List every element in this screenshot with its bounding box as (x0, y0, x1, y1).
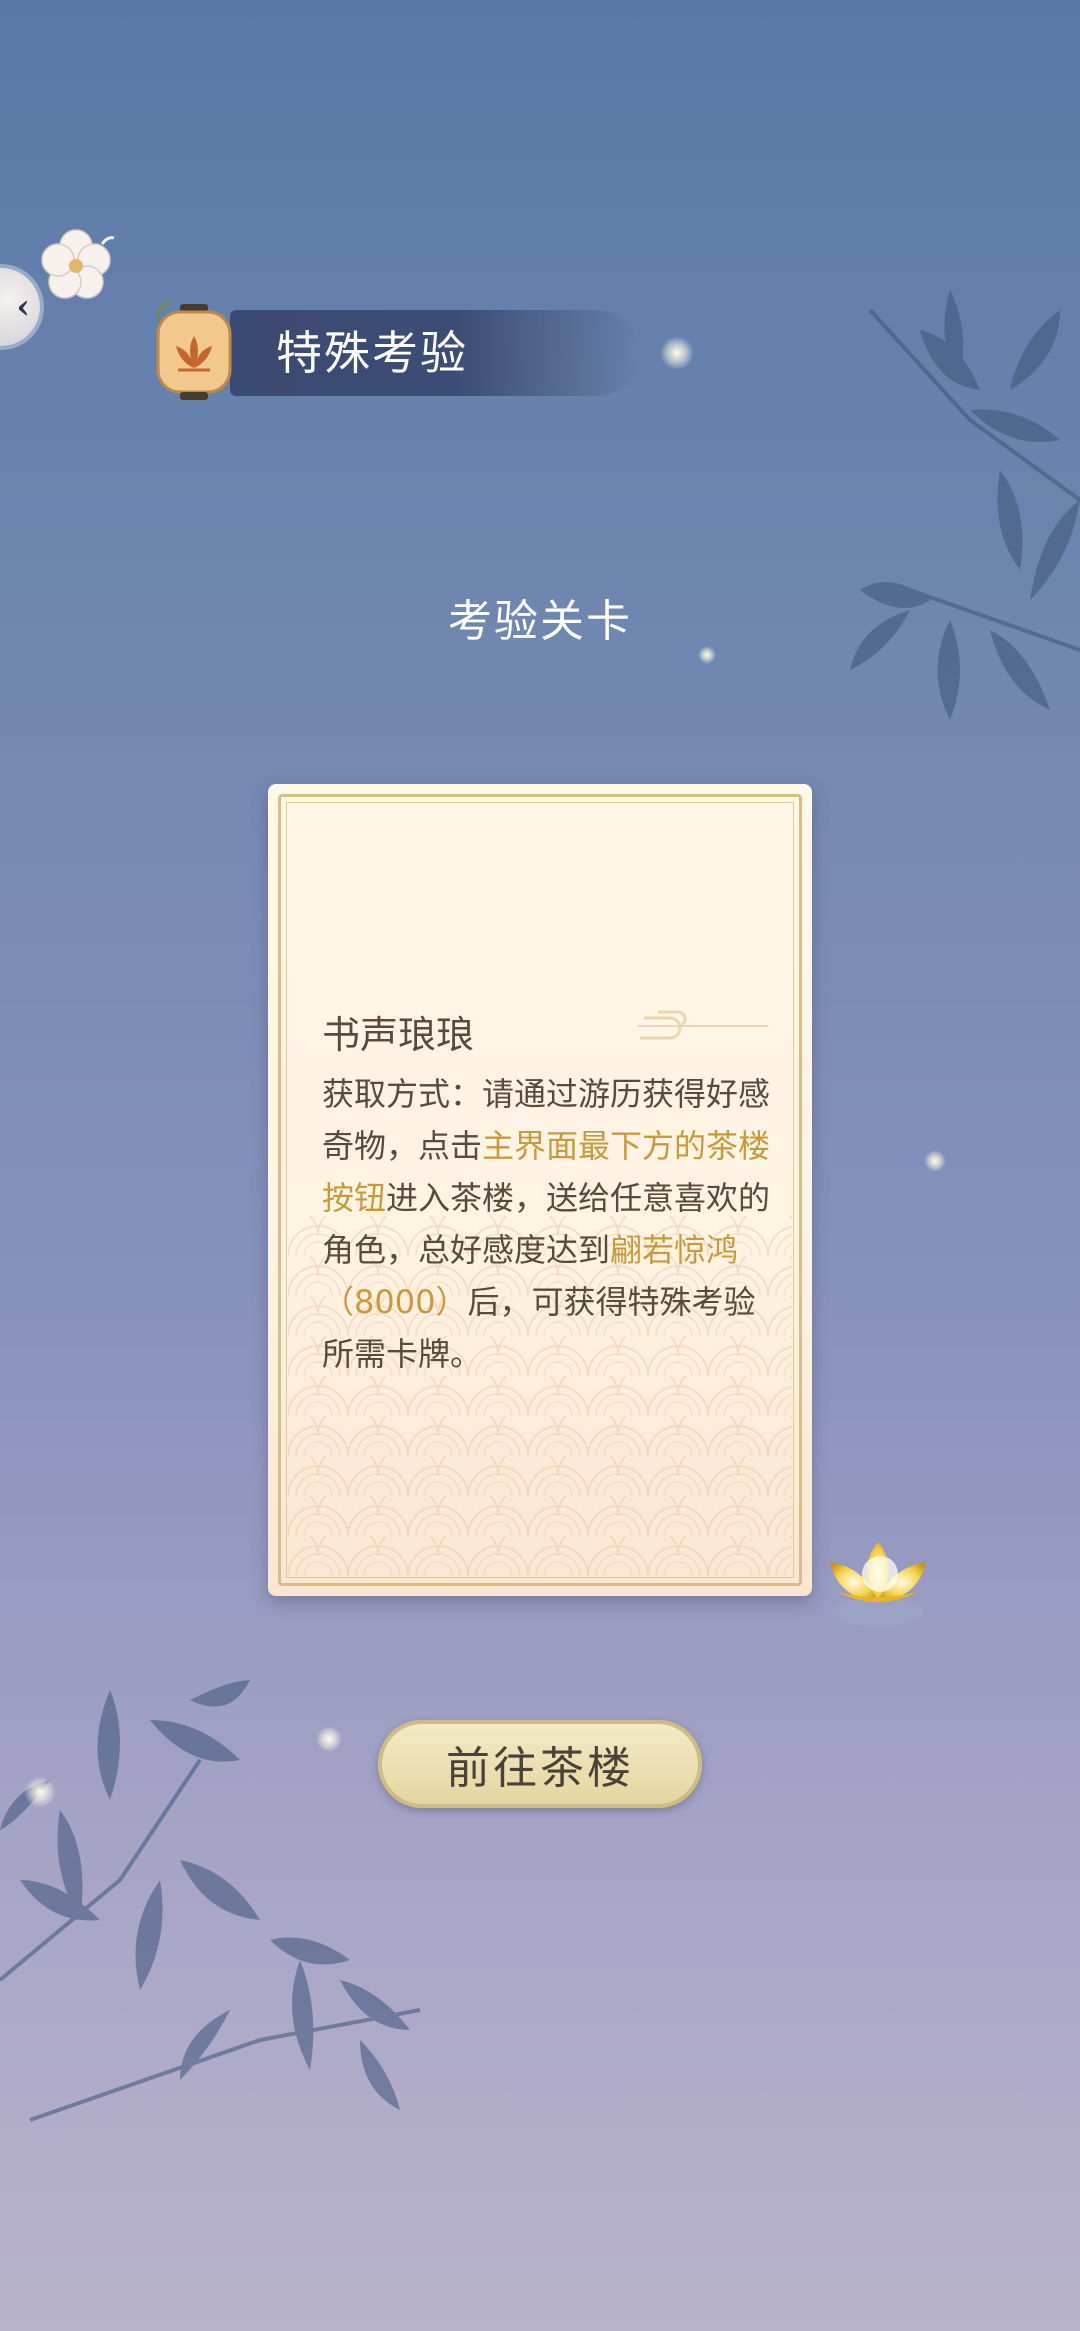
chevron-left-icon: ‹ (16, 287, 30, 327)
page-title: 特殊考验 (276, 326, 468, 380)
cloud-ornament (638, 1010, 768, 1040)
flower-icon (41, 229, 115, 299)
glow-dot (698, 646, 716, 664)
card-description: 获取方式：请通过游历获得好感奇物，点击主界面最下方的茶楼按钮进入茶楼，送给任意喜… (322, 1068, 772, 1380)
goto-teahouse-button[interactable]: 前往茶楼 (378, 1720, 702, 1808)
bamboo-decoration-bottom-left (0, 1680, 421, 2122)
back-button[interactable]: ‹ (0, 268, 40, 346)
glow-dot (660, 336, 694, 370)
golden-lotus-icon (830, 1542, 926, 1626)
glow-dot (316, 1726, 342, 1752)
lantern-icon (154, 300, 232, 400)
glow-dot (924, 1150, 946, 1172)
section-title: 考验关卡 (448, 596, 632, 647)
reward-card: 书声琅琅 获取方式：请通过游历获得好感奇物，点击主界面最下方的茶楼按钮进入茶楼，… (268, 784, 812, 1596)
bamboo-decoration-top-right (850, 290, 1080, 720)
glow-dot (24, 1776, 56, 1808)
card-name: 书声琅琅 (322, 1013, 475, 1057)
